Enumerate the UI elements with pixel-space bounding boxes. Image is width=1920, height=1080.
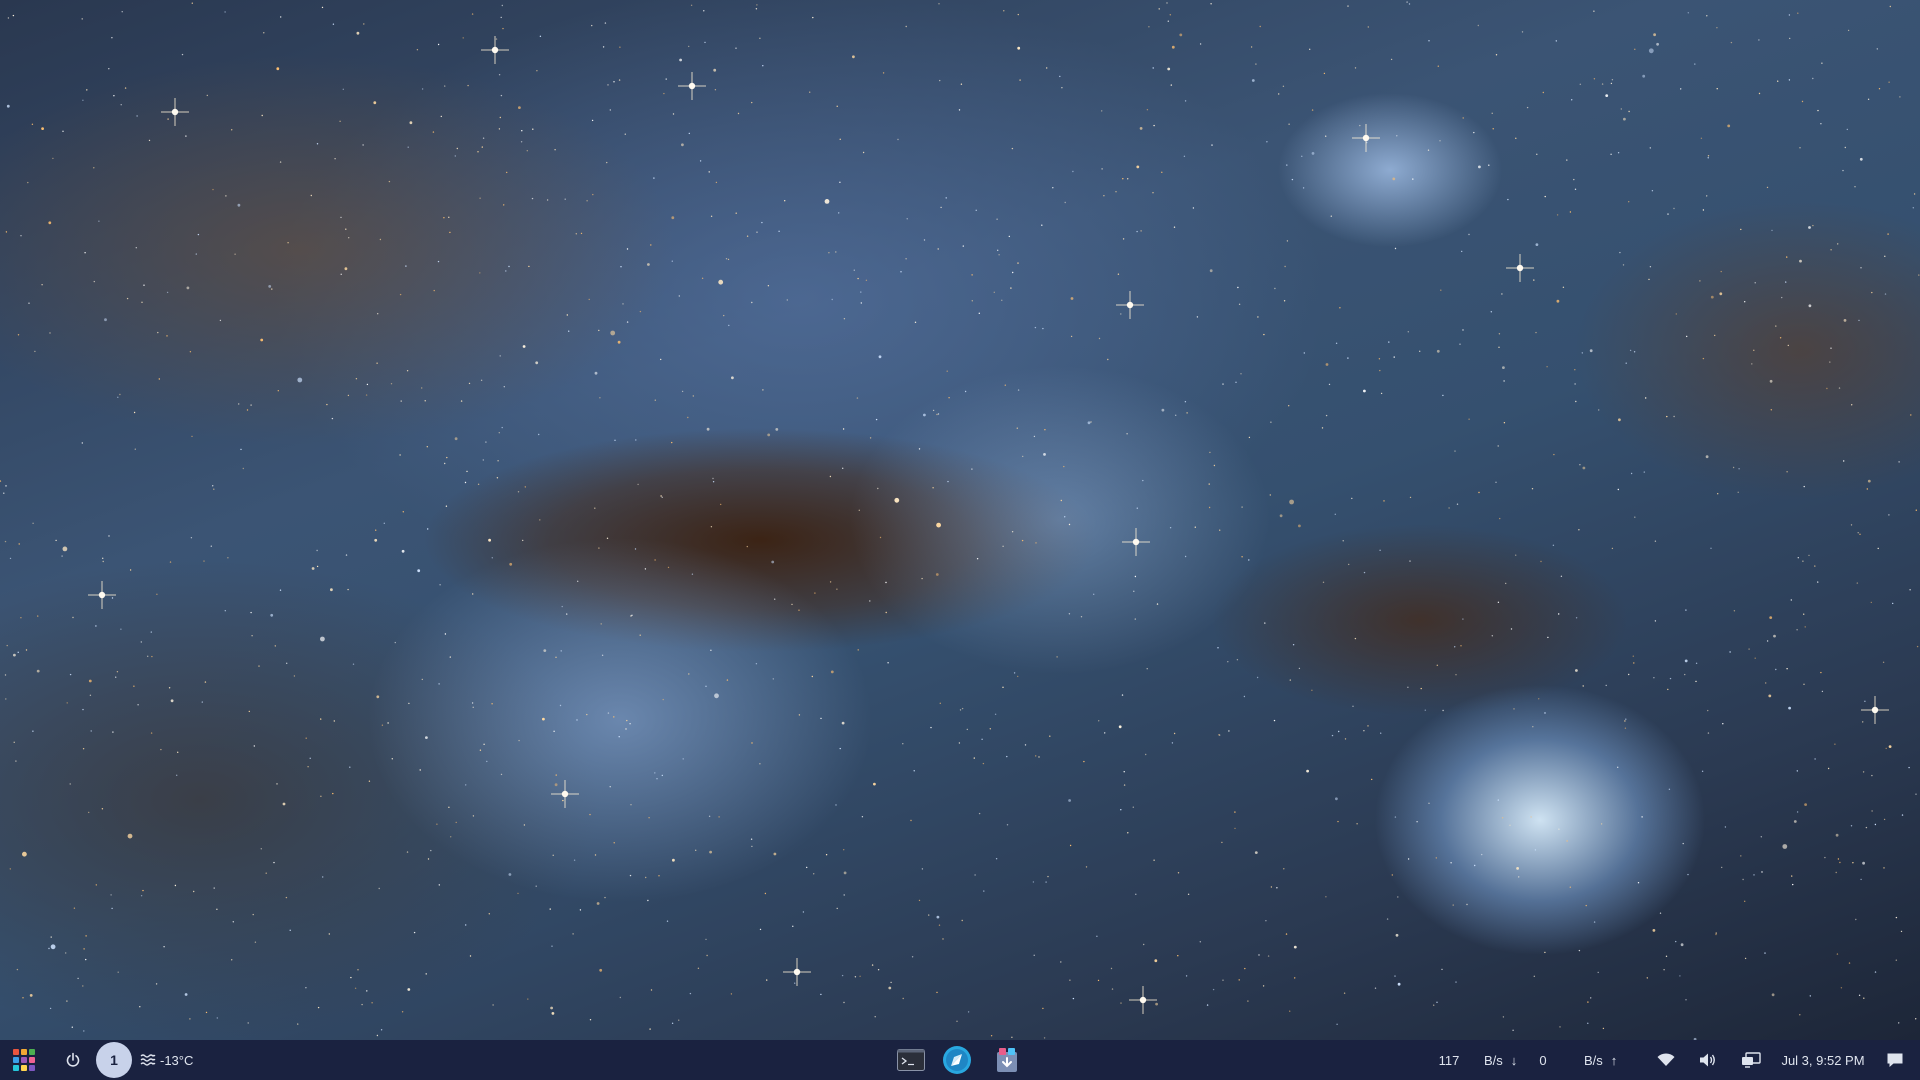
taskbar: 1 -13°C 117 B/s ↓ 0 B/s ↑ Jul 3, 9:52 PM: [0, 1040, 1920, 1080]
notification-icon: [1887, 1053, 1903, 1067]
weather-temperature: -13°C: [160, 1052, 194, 1068]
browser-icon: [943, 1046, 971, 1074]
download-arrow: ↓: [1510, 1052, 1518, 1068]
app-grid-icon: [13, 1049, 35, 1071]
notifications-button[interactable]: [1882, 1040, 1908, 1080]
power-icon: [66, 1052, 80, 1067]
workspace-indicator: 1: [96, 1042, 132, 1078]
network-upload-value: 0: [1536, 1040, 1550, 1080]
package-installer-icon: [997, 1048, 1017, 1072]
upload-arrow: ↑: [1610, 1052, 1618, 1068]
desktop-wallpaper: [0, 0, 1920, 1040]
clock-text: Jul 3, 9:52 PM: [1781, 1052, 1865, 1068]
network-download-unit: B/s ↓: [1484, 1040, 1544, 1080]
download-rate: 117: [1438, 1052, 1460, 1068]
network-download-value: 117: [1434, 1040, 1464, 1080]
task-installer[interactable]: [990, 1040, 1024, 1080]
wifi-icon: [1657, 1053, 1675, 1066]
starfield: [0, 1, 1920, 1040]
upload-unit: B/s: [1584, 1052, 1603, 1068]
workspace-switcher[interactable]: 1: [96, 1040, 132, 1080]
task-browser[interactable]: [940, 1040, 974, 1080]
volume-button[interactable]: [1696, 1040, 1720, 1080]
weather-widget[interactable]: -13°C: [140, 1040, 210, 1080]
wifi-button[interactable]: [1654, 1040, 1678, 1080]
display-icon: [1742, 1052, 1761, 1068]
display-button[interactable]: [1738, 1040, 1764, 1080]
upload-rate: 0: [1539, 1052, 1547, 1068]
network-upload-unit: B/s ↑: [1584, 1040, 1624, 1080]
workspace-number: 1: [110, 1052, 118, 1068]
clock[interactable]: Jul 3, 9:52 PM: [1778, 1040, 1868, 1080]
volume-icon: [1700, 1053, 1715, 1067]
task-terminal[interactable]: [894, 1040, 928, 1080]
fog-icon: [140, 1054, 156, 1066]
terminal-icon: [897, 1049, 925, 1071]
power-button[interactable]: [58, 1040, 88, 1080]
download-unit: B/s: [1484, 1052, 1503, 1068]
app-launcher-button[interactable]: [8, 1040, 40, 1080]
